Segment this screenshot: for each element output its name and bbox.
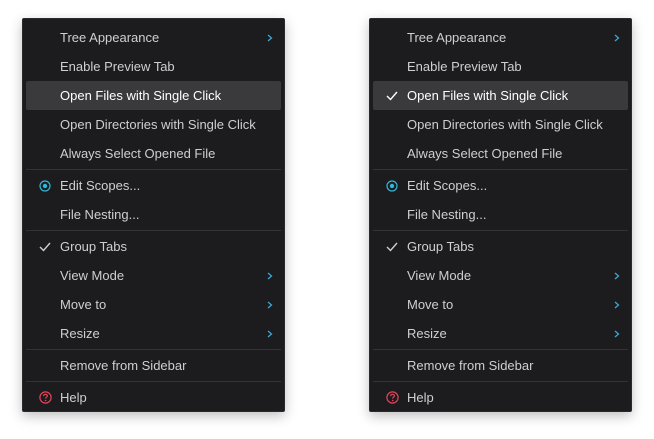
menu-item-label: Open Directories with Single Click [407, 117, 603, 132]
context-menu-left: Tree Appearance Enable Preview Tab Open … [22, 18, 285, 412]
menu-item-label: Move to [60, 297, 107, 312]
menu-item-label: File Nesting... [407, 207, 487, 222]
menu-separator [26, 169, 281, 170]
menu-item-resize[interactable]: Resize [26, 319, 281, 348]
menu-item-edit-scopes[interactable]: Edit Scopes... [26, 171, 281, 200]
menu-item-label: View Mode [60, 268, 125, 283]
menu-item-label: View Mode [407, 268, 472, 283]
menu-item-tree-appearance[interactable]: Tree Appearance [373, 23, 628, 52]
chevron-right-icon [614, 319, 620, 348]
menu-item-open-files-single-click[interactable]: Open Files with Single Click [373, 81, 628, 110]
menu-item-file-nesting[interactable]: File Nesting... [373, 200, 628, 229]
chevron-right-icon [614, 290, 620, 319]
menu-item-label: Help [407, 390, 434, 405]
menu-item-label: Group Tabs [60, 239, 127, 254]
menu-item-label: Enable Preview Tab [407, 59, 522, 74]
menu-item-open-directories-single-click[interactable]: Open Directories with Single Click [26, 110, 281, 139]
context-menu-right: Tree Appearance Enable Preview Tab Open … [369, 18, 632, 412]
menu-item-resize[interactable]: Resize [373, 319, 628, 348]
menu-separator [373, 349, 628, 350]
menu-item-help[interactable]: Help [373, 383, 628, 412]
menu-item-group-tabs[interactable]: Group Tabs [26, 232, 281, 261]
menu-item-tree-appearance[interactable]: Tree Appearance [26, 23, 281, 52]
menu-item-move-to[interactable]: Move to [26, 290, 281, 319]
menu-item-label: Open Files with Single Click [407, 88, 569, 103]
scope-icon [385, 171, 399, 200]
chevron-right-icon [267, 319, 273, 348]
help-icon [38, 383, 52, 412]
menu-item-label: Tree Appearance [60, 30, 160, 45]
chevron-right-icon [614, 261, 620, 290]
checkmark-icon [385, 232, 399, 261]
menu-separator [373, 381, 628, 382]
menu-item-enable-preview-tab[interactable]: Enable Preview Tab [373, 52, 628, 81]
chevron-right-icon [267, 261, 273, 290]
menu-item-group-tabs[interactable]: Group Tabs [373, 232, 628, 261]
menu-item-open-directories-single-click[interactable]: Open Directories with Single Click [373, 110, 628, 139]
menu-item-label: Always Select Opened File [60, 146, 216, 161]
menu-separator [373, 169, 628, 170]
menu-item-remove-from-sidebar[interactable]: Remove from Sidebar [26, 351, 281, 380]
menu-separator [26, 230, 281, 231]
menu-item-label: Resize [60, 326, 100, 341]
menu-item-label: Remove from Sidebar [60, 358, 187, 373]
menu-item-file-nesting[interactable]: File Nesting... [26, 200, 281, 229]
chevron-right-icon [614, 23, 620, 52]
menu-item-label: Always Select Opened File [407, 146, 563, 161]
chevron-right-icon [267, 290, 273, 319]
menu-item-label: Enable Preview Tab [60, 59, 175, 74]
menu-item-enable-preview-tab[interactable]: Enable Preview Tab [26, 52, 281, 81]
menu-item-label: Remove from Sidebar [407, 358, 534, 373]
menu-item-label: Edit Scopes... [60, 178, 141, 193]
menu-item-help[interactable]: Help [26, 383, 281, 412]
menu-item-label: Tree Appearance [407, 30, 507, 45]
chevron-right-icon [267, 23, 273, 52]
help-icon [385, 383, 399, 412]
menu-item-label: Open Directories with Single Click [60, 117, 256, 132]
menu-item-label: Move to [407, 297, 454, 312]
menu-item-label: Edit Scopes... [407, 178, 488, 193]
menu-item-label: Resize [407, 326, 447, 341]
menu-item-open-files-single-click[interactable]: Open Files with Single Click [26, 81, 281, 110]
menu-item-view-mode[interactable]: View Mode [26, 261, 281, 290]
menu-item-always-select-opened-file[interactable]: Always Select Opened File [26, 139, 281, 168]
scope-icon [38, 171, 52, 200]
menu-item-view-mode[interactable]: View Mode [373, 261, 628, 290]
menu-item-label: File Nesting... [60, 207, 140, 222]
menu-item-label: Help [60, 390, 87, 405]
menu-item-move-to[interactable]: Move to [373, 290, 628, 319]
checkmark-icon [38, 232, 52, 261]
menu-item-edit-scopes[interactable]: Edit Scopes... [373, 171, 628, 200]
checkmark-icon [385, 81, 399, 110]
menu-item-always-select-opened-file[interactable]: Always Select Opened File [373, 139, 628, 168]
menu-separator [373, 230, 628, 231]
menu-item-remove-from-sidebar[interactable]: Remove from Sidebar [373, 351, 628, 380]
menu-item-label: Group Tabs [407, 239, 474, 254]
menu-separator [26, 349, 281, 350]
menu-item-label: Open Files with Single Click [60, 88, 222, 103]
menu-separator [26, 381, 281, 382]
